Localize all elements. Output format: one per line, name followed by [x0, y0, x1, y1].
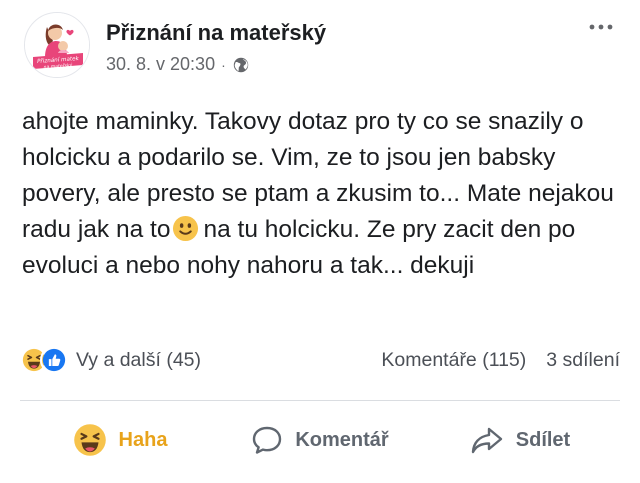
post-header: Přiznání matek na mateřský Přiznání na m…: [20, 12, 620, 84]
page-name-link[interactable]: Přiznání na mateřský: [106, 20, 326, 46]
share-icon: [471, 427, 502, 454]
haha-icon: [73, 424, 106, 456]
haha-reaction-button[interactable]: Haha: [20, 412, 220, 468]
post-timestamp[interactable]: 30. 8. v 20:30: [106, 54, 215, 75]
engagement-counts: Komentáře (115) 3 sdílení: [381, 349, 620, 372]
more-options-icon[interactable]: [588, 12, 614, 36]
comment-button[interactable]: Komentář: [220, 412, 420, 468]
globe-icon[interactable]: [232, 56, 250, 74]
like-icon: [40, 346, 68, 374]
meta-separator: ·: [221, 56, 226, 73]
page-logo: Přiznání matek na mateřský: [25, 13, 89, 77]
haha-button-label: Haha: [118, 428, 168, 451]
reactions-summary[interactable]: Vy a další (45): [20, 346, 201, 374]
page-avatar[interactable]: Přiznání matek na mateřský: [24, 12, 90, 78]
comment-button-label: Komentář: [295, 428, 389, 451]
post-meta: 30. 8. v 20:30 ·: [106, 54, 250, 75]
reactions-label: Vy a další (45): [76, 348, 201, 371]
share-button-label: Sdílet: [515, 428, 571, 451]
post-body-text: ahojte maminky. Takovy dotaz pro ty co s…: [22, 104, 622, 284]
facebook-post: Přiznání matek na mateřský Přiznání na m…: [0, 0, 640, 483]
comments-count-link[interactable]: Komentáře (115): [381, 349, 526, 372]
slightly-smiling-face-icon: [173, 215, 199, 242]
share-button[interactable]: Sdílet: [420, 412, 620, 468]
divider: [20, 400, 620, 401]
reaction-stats: Vy a další (45) Komentáře (115) 3 sdílen…: [20, 346, 620, 378]
comment-icon: [253, 426, 282, 454]
shares-count-link[interactable]: 3 sdílení: [546, 349, 620, 372]
post-action-bar: Haha Komentář Sdílet: [20, 412, 620, 468]
